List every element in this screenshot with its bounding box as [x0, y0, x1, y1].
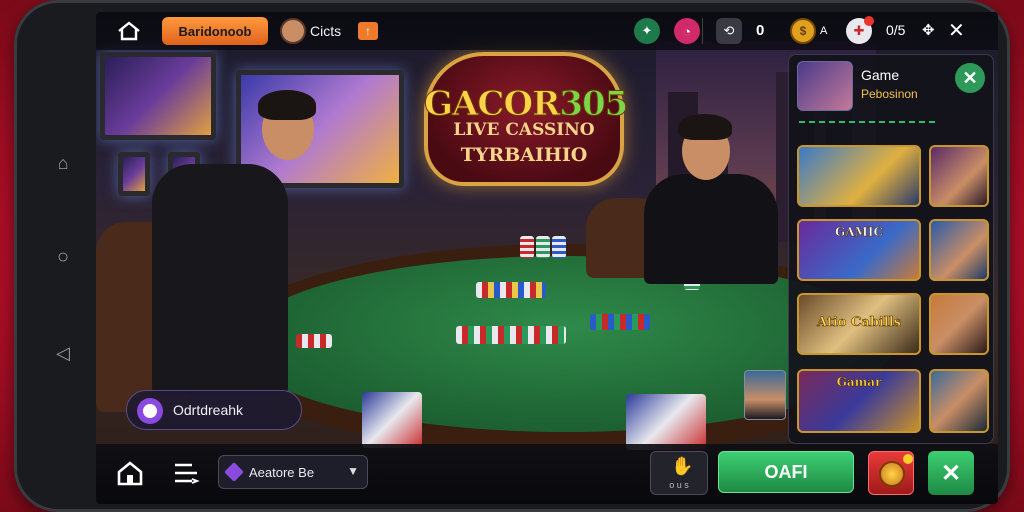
- close-icon[interactable]: ✕: [948, 18, 965, 43]
- gift-box-left: [362, 392, 422, 448]
- history-icon[interactable]: ⟲: [716, 18, 742, 44]
- hand-icon: ✋: [671, 456, 694, 476]
- game-tile[interactable]: Atio Cabills: [797, 293, 921, 355]
- timer-icon[interactable]: ◔: [674, 18, 700, 44]
- coin-shop-button[interactable]: [868, 451, 914, 495]
- settings-icon[interactable]: ✥: [922, 21, 935, 39]
- chip-stack: [536, 236, 550, 258]
- brand-button[interactable]: Baridonoob: [162, 17, 268, 45]
- brand-logo-title: GACOR305: [423, 84, 628, 125]
- game-tile[interactable]: GAMIC: [797, 219, 921, 281]
- credit-count: 0: [756, 22, 765, 39]
- close-button[interactable]: ✕: [928, 451, 974, 495]
- android-home-nav-icon[interactable]: ⌂: [52, 152, 74, 174]
- round-counter: 0/5: [886, 22, 906, 38]
- menu-icon[interactable]: [172, 459, 200, 487]
- user-avatar-icon[interactable]: [280, 18, 306, 44]
- notification-dot: [864, 16, 874, 26]
- dealer-hair: [258, 90, 316, 120]
- chevron-down-icon: ▼: [347, 464, 359, 478]
- panel-title: Game: [861, 67, 900, 83]
- game-tile[interactable]: [929, 219, 989, 281]
- game-tile[interactable]: [797, 145, 921, 207]
- lobby-home-icon[interactable]: [116, 459, 144, 487]
- chat-button[interactable]: Odrtdreahk: [126, 390, 302, 430]
- chip-stack: [520, 236, 534, 258]
- coin-icon[interactable]: $: [790, 18, 816, 44]
- game-tile[interactable]: [929, 145, 989, 207]
- gift-box-right: [626, 394, 706, 450]
- user-label: Cicts: [310, 23, 342, 39]
- wall-monitor-left: [100, 52, 216, 140]
- coin-extra: A: [820, 25, 828, 37]
- game-tile[interactable]: [929, 293, 989, 355]
- game-tile[interactable]: [929, 369, 989, 433]
- chip-row: [296, 334, 332, 348]
- phone-frame: ⌂ ○ ◁ GACOR305 LIVE CASSINO TYRBAIHIO Od…: [14, 0, 1010, 512]
- chip-row: [476, 282, 546, 298]
- table-select-label: Aeatore Be: [249, 464, 315, 480]
- player-avatar[interactable]: [744, 370, 786, 420]
- brand-logo-line2: LIVE CASSINO: [453, 120, 595, 140]
- gem-icon: [224, 462, 244, 482]
- chat-bubble-icon: [137, 398, 163, 424]
- chip-row: [456, 326, 566, 344]
- dealer-body: [152, 164, 288, 394]
- game-side-panel: Game Pebosinon ✕ GAMIC Atio Cabills Gama…: [788, 54, 994, 444]
- panel-close-button[interactable]: ✕: [955, 63, 985, 93]
- android-circle-nav-icon[interactable]: ○: [52, 246, 74, 268]
- coin-icon: [879, 461, 905, 487]
- hand-button[interactable]: ✋ o u s: [650, 451, 708, 495]
- android-back-nav-icon[interactable]: ◁: [52, 342, 74, 364]
- app-screen: GACOR305 LIVE CASSINO TYRBAIHIO Odrtdrea…: [96, 12, 998, 504]
- primary-action-button[interactable]: OAFI: [718, 451, 854, 493]
- panel-divider: [799, 121, 939, 123]
- leaf-icon[interactable]: ✦: [634, 18, 660, 44]
- table-select[interactable]: Aeatore Be ▼: [218, 455, 368, 489]
- upload-badge[interactable]: ↑: [358, 22, 378, 40]
- bottom-bar: Aeatore Be ▼ ✋ o u s OAFI ✕: [96, 444, 998, 504]
- badge-dot: [903, 454, 913, 464]
- chip-row: [590, 314, 650, 330]
- close-icon: ✕: [962, 67, 978, 88]
- top-bar: Baridonoob Cicts ↑ ✦ ◔ ⟲ 0 $ A ✚ 0/5 ✥ ✕: [96, 12, 998, 50]
- small-monitor-1: [118, 152, 150, 196]
- home-icon[interactable]: [116, 20, 142, 42]
- chip-stack: [552, 236, 566, 258]
- chat-label: Odrtdreahk: [173, 402, 244, 418]
- player-body: [644, 174, 778, 284]
- panel-avatar: [797, 61, 853, 111]
- panel-subtitle: Pebosinon: [861, 87, 918, 101]
- hand-button-sub: o u s: [669, 480, 689, 490]
- close-icon: ✕: [940, 459, 962, 487]
- brand-logo-line3: TYRBAIHIO: [460, 144, 588, 166]
- player-hair: [678, 114, 732, 140]
- game-tile[interactable]: Gamar: [797, 369, 921, 433]
